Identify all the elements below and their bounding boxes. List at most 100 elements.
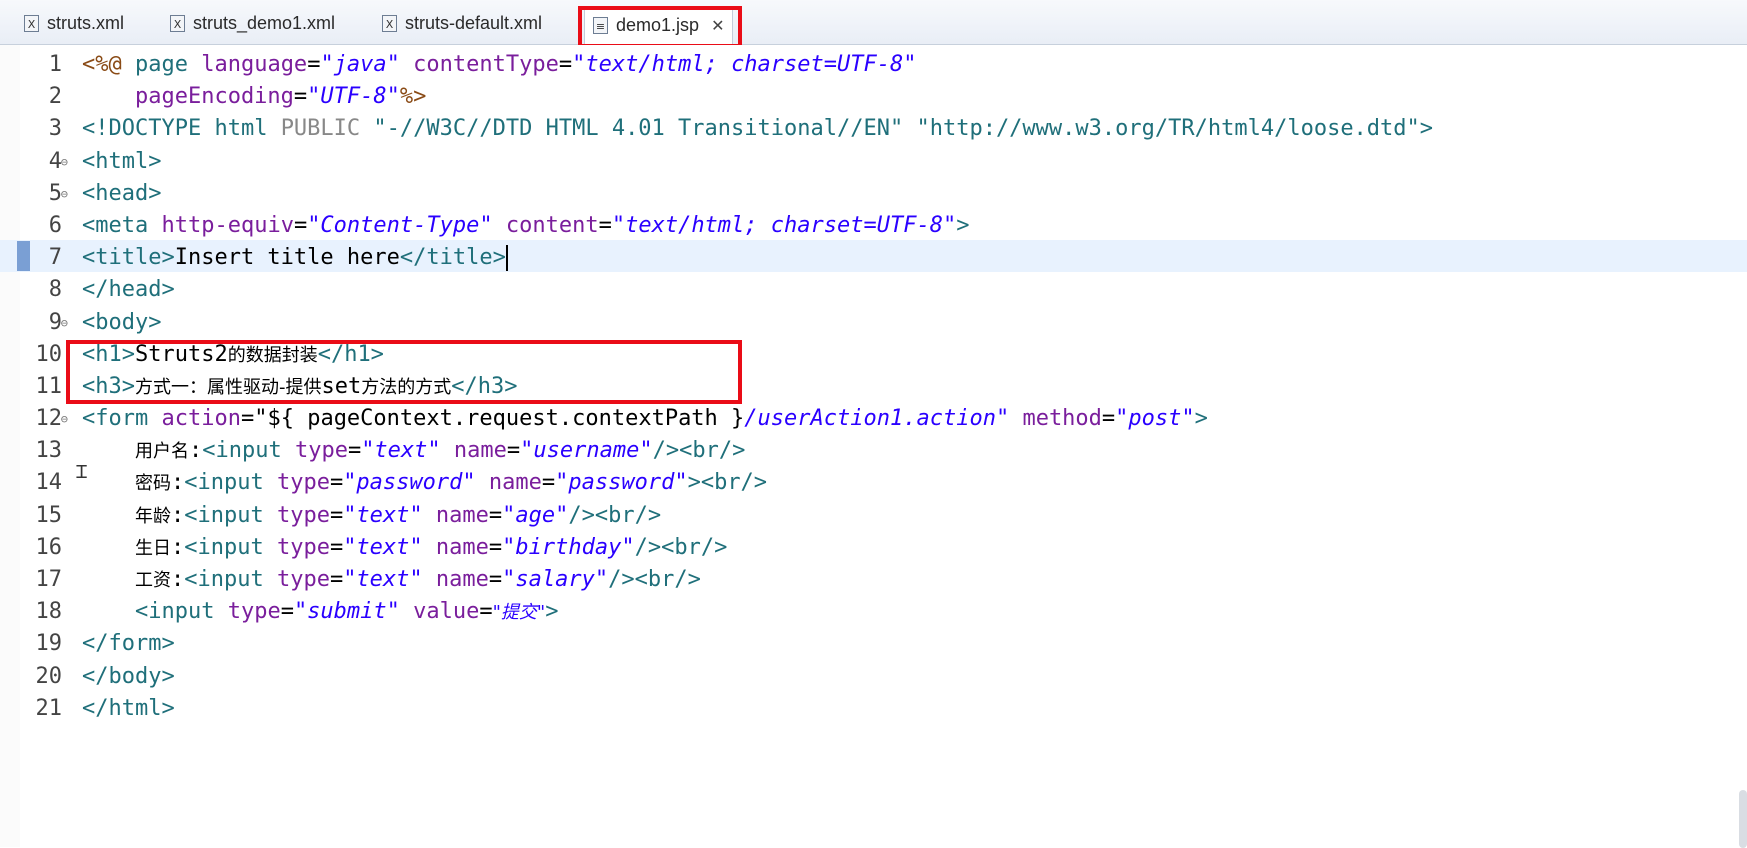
code-line: <input type="submit" value="提交"> bbox=[82, 596, 1433, 628]
code-token: <h3> bbox=[82, 373, 135, 399]
code-line: <h3>方式一：属性驱动-提供set方法的方式</h3> bbox=[82, 371, 1433, 403]
code-text[interactable]: <%@ page language="java" contentType="te… bbox=[82, 49, 1433, 725]
code-token: Struts2 bbox=[134, 341, 228, 367]
code-token: : bbox=[170, 567, 185, 592]
code-token: "java" bbox=[320, 52, 400, 77]
xml-file-icon: X bbox=[24, 14, 39, 32]
line-number: 3 bbox=[48, 116, 62, 142]
close-icon[interactable]: ✕ bbox=[711, 16, 724, 36]
line-number: 15 bbox=[35, 502, 63, 528]
code-token: <meta bbox=[82, 212, 162, 238]
code-editor[interactable]: 1 2 3 4 ⊖ 5 ⊖ 6 7 8 9 ⊖ 10 11 12 ⊖ 13 14 15 16 17 18 19 20 21 <%… bbox=[0, 45, 1747, 848]
code-token: "salary" bbox=[502, 567, 609, 592]
code-token: = bbox=[329, 567, 344, 592]
tab-struts-demo1-xml[interactable]: X struts_demo1.xml bbox=[170, 8, 335, 38]
code-token: 方式一：属性驱动-提供 bbox=[134, 376, 322, 398]
code-token: 年龄 bbox=[134, 505, 171, 527]
code-token: : bbox=[170, 470, 185, 496]
line-number: 14 bbox=[35, 470, 63, 496]
code-token: /userAction1.action" bbox=[744, 406, 1010, 432]
code-token: <body> bbox=[82, 309, 162, 335]
code-token: html bbox=[214, 116, 281, 142]
code-token: /><br/> bbox=[652, 438, 746, 464]
jsp-file-icon: ≡ bbox=[593, 17, 608, 34]
code-line: <title>Insert title here</title> bbox=[82, 242, 1433, 274]
code-line: 用户名:<input type="text" name="username"/>… bbox=[82, 435, 1433, 467]
tab-label: struts_demo1.xml bbox=[193, 12, 336, 33]
code-token: = bbox=[329, 502, 344, 528]
code-token: "${ pageContext.request.contextPath } bbox=[254, 406, 745, 432]
code-token: "username" bbox=[520, 438, 653, 464]
code-token: 的数据封装 bbox=[227, 344, 318, 366]
code-token: %> bbox=[399, 84, 427, 110]
code-token: = bbox=[293, 212, 308, 238]
code-token: "http://www.w3.org/TR/html4/loose.dtd" bbox=[916, 116, 1420, 142]
code-token: = bbox=[1101, 406, 1116, 432]
code-token: method bbox=[1009, 406, 1102, 432]
code-line: </body> bbox=[82, 661, 1433, 693]
code-token: language bbox=[201, 52, 308, 77]
scrollbar-thumb[interactable] bbox=[1739, 790, 1747, 848]
fold-toggle-icon[interactable]: ⊖ bbox=[61, 403, 68, 435]
code-token: "password" bbox=[343, 470, 476, 496]
fold-toggle-icon[interactable]: ⊖ bbox=[61, 307, 68, 339]
code-token: </head> bbox=[82, 277, 175, 303]
code-token: = bbox=[329, 470, 344, 496]
code-token: "submit" bbox=[293, 599, 400, 625]
code-token: "text" bbox=[361, 438, 441, 464]
code-line: </form> bbox=[82, 628, 1433, 660]
code-token: = bbox=[347, 438, 362, 464]
code-token: <form bbox=[82, 406, 162, 432]
code-token: <head> bbox=[82, 180, 162, 206]
code-token: = bbox=[488, 534, 503, 560]
code-token: "text/html; charset=UTF-8" bbox=[611, 212, 957, 238]
editor-tab-bar: X struts.xml X struts_demo1.xml X struts… bbox=[0, 0, 1747, 45]
tab-struts-xml[interactable]: X struts.xml bbox=[24, 8, 124, 38]
code-token: "post" bbox=[1115, 406, 1195, 432]
code-token: name bbox=[422, 502, 489, 528]
code-token: = bbox=[293, 84, 308, 110]
line-number: 18 bbox=[35, 599, 63, 625]
tab-demo1-jsp[interactable]: ≡ demo1.jsp ✕ bbox=[584, 6, 734, 44]
code-token: <%@ bbox=[82, 52, 135, 77]
code-token: = bbox=[598, 212, 612, 238]
code-token: type bbox=[294, 438, 348, 464]
code-token: <input bbox=[184, 502, 277, 528]
code-token: /><br/> bbox=[634, 534, 728, 560]
code-token: "UTF-8" bbox=[307, 84, 400, 110]
code-token: Insert title here bbox=[174, 245, 400, 271]
text-cursor-icon: Ꮖ bbox=[76, 462, 88, 483]
code-token: action bbox=[161, 406, 241, 432]
code-token: > bbox=[1194, 406, 1208, 432]
code-token: /><br/> bbox=[568, 502, 662, 528]
code-line: <body> bbox=[82, 307, 1433, 339]
line-number: 10 bbox=[35, 341, 63, 367]
tab-struts-default-xml[interactable]: X struts-default.xml bbox=[382, 8, 542, 38]
code-token: "text/html; charset=UTF-8" bbox=[572, 52, 917, 77]
code-token: : bbox=[188, 438, 203, 464]
code-token: <input bbox=[184, 534, 277, 560]
fold-toggle-icon[interactable]: ⊖ bbox=[61, 178, 68, 210]
code-token: > bbox=[1419, 116, 1434, 142]
code-token: : bbox=[170, 534, 185, 560]
code-token: name bbox=[475, 470, 542, 496]
tab-label: struts.xml bbox=[47, 12, 125, 33]
code-token: </h1> bbox=[317, 341, 384, 367]
code-token: = bbox=[240, 406, 255, 432]
line-number: 4 ⊖ bbox=[0, 146, 68, 178]
code-line: <form action="${ pageContext.request.con… bbox=[82, 403, 1433, 435]
code-token: value bbox=[399, 599, 480, 625]
line-number: 7 bbox=[48, 245, 62, 271]
code-token: = bbox=[307, 52, 321, 77]
xml-file-icon: X bbox=[382, 14, 397, 32]
code-token: <input bbox=[184, 470, 277, 496]
code-line: <meta http-equiv="Content-Type" content=… bbox=[82, 210, 1433, 242]
code-token: = bbox=[558, 52, 573, 77]
line-number: 11 bbox=[35, 373, 63, 399]
line-number: 13 bbox=[35, 438, 63, 464]
fold-toggle-icon[interactable]: ⊖ bbox=[61, 146, 68, 178]
code-token: = bbox=[479, 599, 493, 625]
